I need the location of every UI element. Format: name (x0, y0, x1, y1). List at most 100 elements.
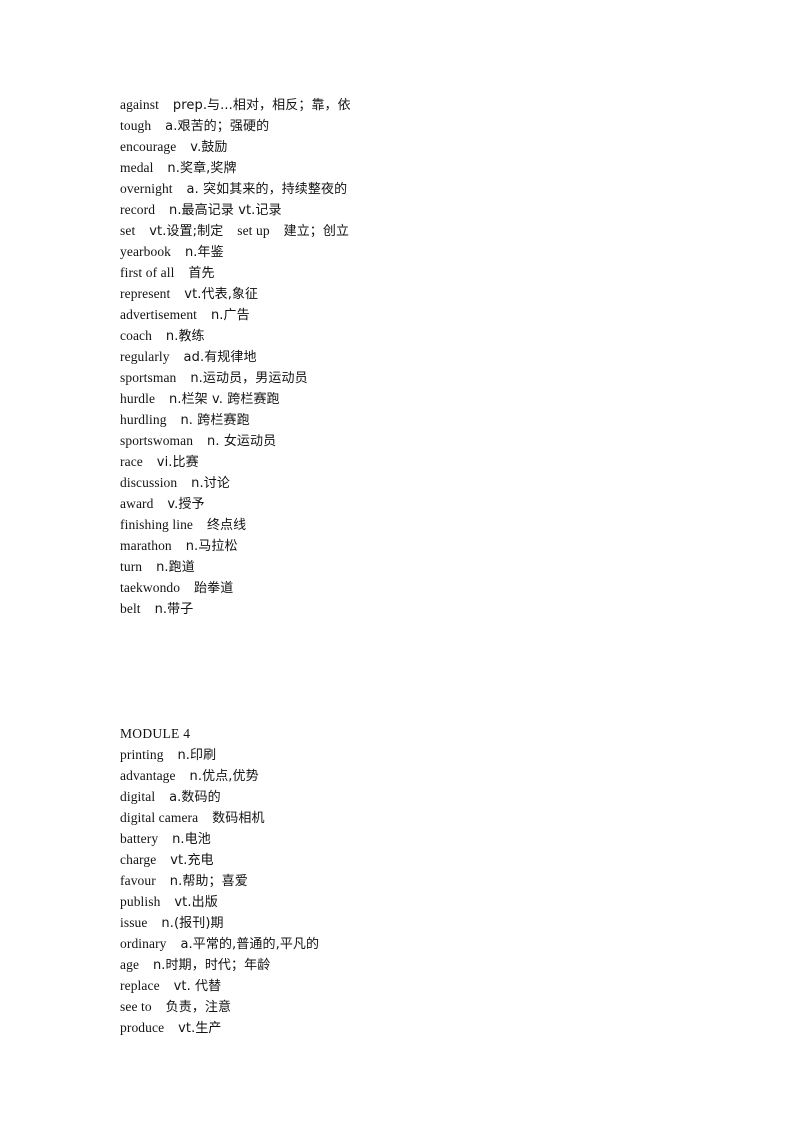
vocabulary-entry: coach n.教练 (120, 325, 740, 346)
vocabulary-entry: replace vt. 代替 (120, 975, 740, 996)
entry-separator (148, 915, 162, 930)
entry-separator (158, 831, 172, 846)
entry-separator (141, 601, 155, 616)
entry-separator (155, 202, 169, 217)
entry-term: issue (120, 915, 148, 930)
entry-gloss: vt.代表,象征 (184, 287, 259, 302)
vocabulary-entry: discussion n.讨论 (120, 472, 740, 493)
entry-separator (154, 160, 168, 175)
entry-term: publish (120, 894, 161, 909)
vocabulary-entry: first of all 首先 (120, 262, 740, 283)
entry-term: marathon (120, 538, 172, 553)
entry-gloss: vt. 代替 (173, 979, 222, 994)
entry-gloss: n.带子 (154, 602, 194, 617)
entry-term: hurdling (120, 412, 167, 427)
entry-gloss: vt.出版 (174, 895, 218, 910)
entry-separator (193, 433, 207, 448)
entry-term: medal (120, 160, 154, 175)
entry-gloss: 负责，注意 (165, 1000, 232, 1015)
vocabulary-entry: advertisement n.广告 (120, 304, 740, 325)
entry-separator (155, 789, 169, 804)
vocabulary-entry: printing n.印刷 (120, 744, 740, 765)
entry-term: record (120, 202, 156, 217)
entry-separator (198, 810, 212, 825)
entry-gloss: a.艰苦的；强硬的 (165, 119, 270, 134)
entry-term: hurdle (120, 391, 156, 406)
entry-gloss: n.运动员，男运动员 (190, 371, 308, 386)
entry-separator (152, 999, 166, 1014)
entry-separator (173, 181, 187, 196)
entry-term: sportsman (120, 370, 177, 385)
vocabulary-entry: advantage n.优点,优势 (120, 765, 740, 786)
entry-gloss: vt.生产 (178, 1021, 222, 1036)
vocabulary-entry: award v.授予 (120, 493, 740, 514)
entry-gloss: ad.有规律地 (183, 350, 257, 365)
entry-gloss: vi.比赛 (156, 455, 199, 470)
entry-term: favour (120, 873, 156, 888)
entry-gloss: 数码相机 (212, 811, 265, 826)
entry-term: battery (120, 831, 159, 846)
entry-gloss: n.马拉松 (185, 539, 238, 554)
entry-gloss-secondary: 建立；创立 (283, 224, 350, 239)
entry-gloss: v.授予 (167, 497, 205, 512)
vocabulary-entry: produce vt.生产 (120, 1017, 740, 1038)
entry-gloss: n.印刷 (177, 748, 217, 763)
vocabulary-entry: yearbook n.年鉴 (120, 241, 740, 262)
entry-term: represent (120, 286, 171, 301)
vocabulary-entry: set vt.设置;制定 set up 建立；创立 (120, 220, 740, 241)
vocabulary-entry: finishing line 终点线 (120, 514, 740, 535)
document-page: against prep.与...相对，相反；靠，依 tough a.艰苦的；强硬… (0, 0, 800, 1132)
vocabulary-entry: issue n.(报刊)期 (120, 912, 740, 933)
vocabulary-entry: taekwondo 跆拳道 (120, 577, 740, 598)
vocabulary-entry: battery n.电池 (120, 828, 740, 849)
entry-term: encourage (120, 139, 177, 154)
entry-separator (176, 370, 190, 385)
vocabulary-entry: ordinary a.平常的,普通的,平凡的 (120, 933, 740, 954)
entry-separator (177, 475, 191, 490)
vocabulary-entry: hurdle n.栏架 v. 跨栏赛跑 (120, 388, 740, 409)
section-heading: MODULE 4 (120, 726, 191, 741)
entry-gloss: a.平常的,普通的,平凡的 (180, 937, 320, 952)
vocabulary-entry: belt n.带子 (120, 598, 740, 619)
entry-gloss: 跆拳道 (194, 581, 234, 596)
entry-separator (159, 97, 173, 112)
vocabulary-entry: see to 负责，注意 (120, 996, 740, 1017)
entry-term: discussion (120, 475, 178, 490)
entry-term: turn (120, 559, 143, 574)
entry-gloss: v.鼓励 (190, 140, 228, 155)
entry-gloss: n.跑道 (156, 560, 195, 575)
entry-term: regularly (120, 349, 170, 364)
entry-gloss: n.(报刊)期 (161, 916, 224, 931)
entry-gloss: prep.与...相对，相反；靠，依 (172, 98, 351, 113)
entry-separator (151, 118, 165, 133)
vocabulary-entry: regularly ad.有规律地 (120, 346, 740, 367)
vocabulary-entry: digital camera 数码相机 (120, 807, 740, 828)
entry-separator (156, 852, 170, 867)
vocabulary-entry: represent vt.代表,象征 (120, 283, 740, 304)
entry-separator (176, 768, 190, 783)
entry-separator (160, 894, 174, 909)
entry-term: replace (120, 978, 160, 993)
entry-separator (135, 223, 149, 238)
entry-gloss: n.帮助；喜爱 (169, 874, 248, 889)
entry-gloss: n.电池 (172, 832, 211, 847)
vocabulary-entry: record n.最高记录 vt.记录 (120, 199, 740, 220)
vocabulary-entry: charge vt.充电 (120, 849, 740, 870)
entry-gloss: a.数码的 (169, 790, 221, 805)
entry-term: first of all (120, 265, 175, 280)
entry-gloss: n.年鉴 (184, 245, 224, 260)
vocabulary-entry: turn n.跑道 (120, 556, 740, 577)
vocabulary-entry: overnight a. 突如其来的，持续整夜的 (120, 178, 740, 199)
entry-separator (164, 747, 178, 762)
entry-term: yearbook (120, 244, 172, 259)
vocabulary-content: against prep.与...相对，相反；靠，依 tough a.艰苦的；强硬… (120, 94, 740, 1038)
entry-separator (160, 978, 174, 993)
entry-separator (174, 265, 188, 280)
entry-separator (197, 307, 211, 322)
entry-term: ordinary (120, 936, 167, 951)
entry-gloss: n.讨论 (191, 476, 230, 491)
vocabulary-entry: sportsman n.运动员，男运动员 (120, 367, 740, 388)
entry-separator (176, 139, 190, 154)
entry-term: belt (120, 601, 141, 616)
vocabulary-entry: encourage v.鼓励 (120, 136, 740, 157)
